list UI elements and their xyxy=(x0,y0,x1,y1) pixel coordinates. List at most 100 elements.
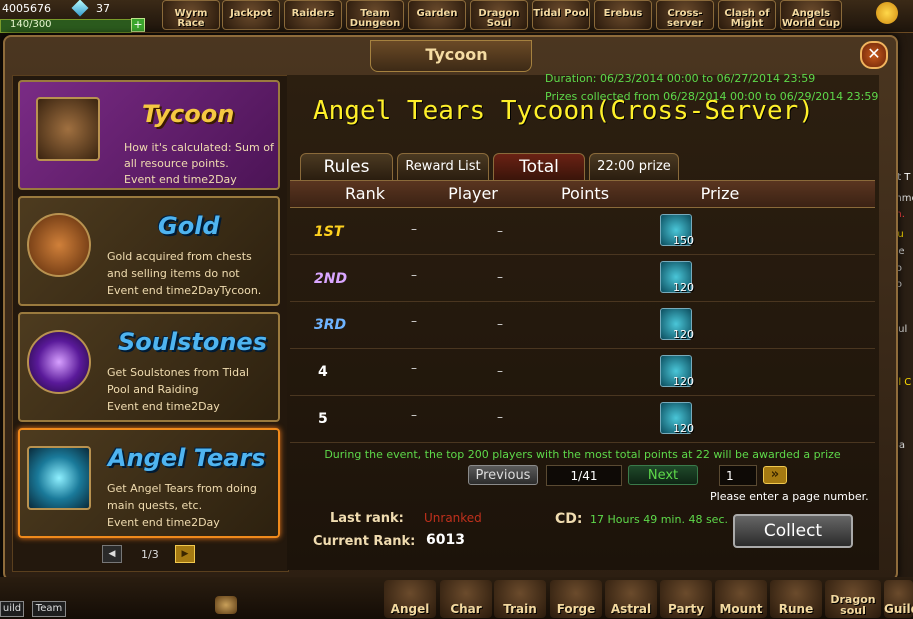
page-number-input[interactable]: 1 xyxy=(719,465,757,486)
guild-chat-tab[interactable]: uild xyxy=(0,601,24,617)
card-desc-line: Get Angel Tears from doing xyxy=(107,482,257,495)
prize-quantity: 120 xyxy=(673,328,694,341)
table-row xyxy=(290,302,875,349)
close-button[interactable]: ✕ xyxy=(860,41,888,69)
astral-button[interactable]: Astral xyxy=(605,580,657,618)
prize-quantity: 120 xyxy=(673,422,694,435)
points-cell: – xyxy=(497,364,503,378)
char-button[interactable]: Char xyxy=(440,580,492,618)
tab-rules[interactable]: Rules xyxy=(300,153,393,181)
prize-quantity: 120 xyxy=(673,375,694,388)
card-desc-line: Event end time2DayTycoon. xyxy=(107,284,262,297)
card-desc-line: Event end time2Day xyxy=(124,173,237,186)
next-button[interactable]: Next xyxy=(628,465,698,485)
tab-total[interactable]: Total xyxy=(493,153,585,181)
garden-button[interactable]: Garden xyxy=(408,0,466,30)
prize-quantity: 120 xyxy=(673,281,694,294)
current-rank-label: Current Rank: xyxy=(313,534,416,549)
prev-page-button[interactable]: ◀ xyxy=(102,545,122,563)
dragon-soul-button[interactable]: Dragon Soul xyxy=(470,0,528,30)
card-title-soulstones: Soulstones xyxy=(118,328,267,356)
table-row xyxy=(290,396,875,443)
horn-icon[interactable] xyxy=(215,596,237,614)
card-desc-line: Get Soulstones from Tidal xyxy=(107,366,249,379)
exp-text: 140/300 xyxy=(10,19,52,30)
last-rank-value: Unranked xyxy=(424,511,482,525)
cd-label: CD: xyxy=(555,511,583,527)
angel-tears-icon xyxy=(27,446,91,510)
category-page-indicator: 1/3 xyxy=(141,548,159,561)
collect-button[interactable]: Collect xyxy=(733,514,853,548)
card-desc-line: all resource points. xyxy=(124,157,229,170)
cd-value: 17 Hours 49 min. 48 sec. xyxy=(590,513,728,526)
card-title-tycoon: Tycoon xyxy=(142,100,235,128)
card-desc-line: Event end time2Day xyxy=(107,400,220,413)
points-cell: – xyxy=(497,317,503,331)
player-cell: – xyxy=(411,361,417,375)
previous-button[interactable]: Previous xyxy=(468,465,538,485)
player-cell: – xyxy=(411,314,417,328)
diamond-amount: 37 xyxy=(96,2,110,15)
next-page-button[interactable]: ▶ xyxy=(175,545,195,563)
rank-cell: 4 xyxy=(318,364,328,380)
dialog-title: Tycoon xyxy=(425,45,488,64)
points-cell: – xyxy=(497,410,503,424)
page-indicator: 1/41 xyxy=(546,465,622,486)
guild-button[interactable]: Guild xyxy=(884,580,913,618)
gold-amount: 4005676 xyxy=(2,2,51,15)
tab-reward-list[interactable]: Reward List xyxy=(397,153,489,181)
points-cell: – xyxy=(497,224,503,238)
dragon-soul-bottom-button[interactable]: Dragon soul xyxy=(825,580,881,618)
table-row xyxy=(290,255,875,302)
column-player: Player xyxy=(448,184,498,203)
rank-cell: 3RD xyxy=(314,317,347,333)
player-cell: – xyxy=(411,408,417,422)
forge-button[interactable]: Forge xyxy=(550,580,602,618)
add-exp-button[interactable]: + xyxy=(131,18,145,32)
prize-quantity: 150 xyxy=(673,234,694,247)
angels-world-cup-button[interactable]: Angels World Cup xyxy=(780,0,842,30)
card-title-gold: Gold xyxy=(158,212,220,240)
heart-icon[interactable] xyxy=(876,2,898,24)
cross-server-button[interactable]: Cross-server xyxy=(656,0,714,30)
raiders-button[interactable]: Raiders xyxy=(284,0,342,30)
card-desc-line: How it's calculated: Sum of xyxy=(124,141,274,154)
tab-22-prize[interactable]: 22:00 prize xyxy=(589,153,679,181)
jackpot-button[interactable]: Jackpot xyxy=(222,0,280,30)
rune-button[interactable]: Rune xyxy=(770,580,822,618)
team-dungeon-button[interactable]: Team Dungeon xyxy=(346,0,404,30)
column-points: Points xyxy=(560,184,610,203)
mount-button[interactable]: Mount xyxy=(715,580,767,618)
prize-notice: During the event, the top 200 players wi… xyxy=(324,448,841,461)
last-rank-label: Last rank: xyxy=(330,511,404,526)
team-chat-tab[interactable]: Team xyxy=(32,601,66,617)
card-desc-line: and selling items do not xyxy=(107,267,240,280)
table-row xyxy=(290,349,875,396)
angel-button[interactable]: Angel xyxy=(384,580,436,618)
current-rank-value: 6013 xyxy=(426,532,465,548)
rank-cell: 2ND xyxy=(314,271,348,287)
soulstone-orb-icon xyxy=(27,330,91,394)
rank-cell: 5 xyxy=(318,411,328,427)
wyrm-race-button[interactable]: Wyrm Race xyxy=(162,0,220,30)
rank-cell: 1ST xyxy=(314,224,344,240)
card-title-angel-tears: Angel Tears xyxy=(108,444,266,472)
go-to-page-button[interactable]: » xyxy=(763,466,787,484)
page-hint: Please enter a page number. xyxy=(710,490,869,503)
player-cell: – xyxy=(411,268,417,282)
tycoon-portrait-icon xyxy=(36,97,100,161)
table-row xyxy=(290,208,875,255)
tidal-pool-button[interactable]: Tidal Pool xyxy=(532,0,590,30)
column-prize: Prize xyxy=(700,184,740,203)
player-cell: – xyxy=(411,222,417,236)
event-duration: Duration: 06/23/2014 00:00 to 06/27/2014… xyxy=(545,72,816,85)
card-desc-line: main quests, etc. xyxy=(107,499,203,512)
card-desc-line: Pool and Raiding xyxy=(107,383,199,396)
train-button[interactable]: Train xyxy=(494,580,546,618)
event-title: Angel Tears Tycoon(Cross-Server) xyxy=(313,96,814,126)
column-rank: Rank xyxy=(345,184,385,203)
card-desc-line: Event end time2Day xyxy=(107,516,220,529)
party-button[interactable]: Party xyxy=(660,580,712,618)
erebus-button[interactable]: Erebus xyxy=(594,0,652,30)
clash-of-might-button[interactable]: Clash of Might xyxy=(718,0,776,30)
